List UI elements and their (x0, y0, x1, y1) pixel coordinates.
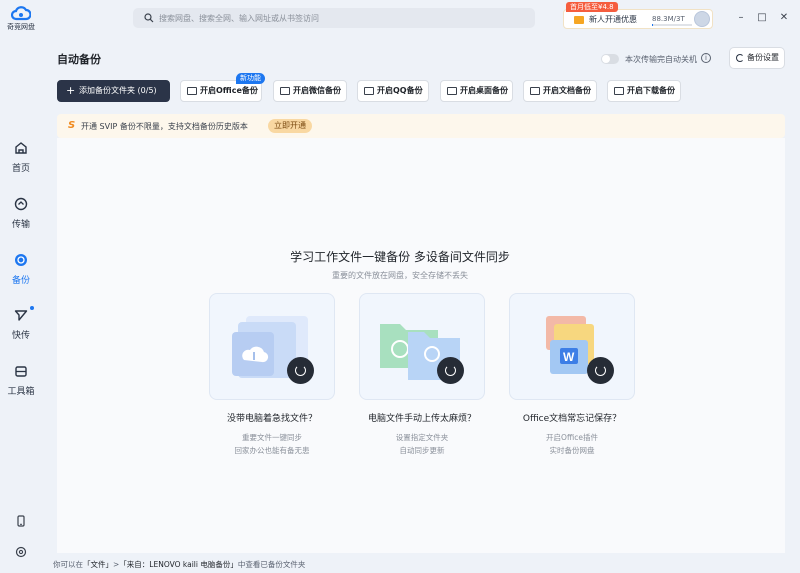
button-label: 开启下载备份 (627, 86, 675, 95)
promo-price-tag: 首月低至¥4.8 (566, 2, 618, 12)
card-line: 重要文件一键同步 (242, 433, 302, 442)
footer-prefix: 你可以在 (53, 560, 83, 569)
enable-wechat-backup-button[interactable]: 开启微信备份 (273, 80, 347, 102)
card-title: 电脑文件手动上传太麻烦？ (367, 414, 476, 424)
folder-icon (187, 87, 197, 95)
app-name: 奇竞网盘 (7, 23, 35, 31)
sidebar-item-label: 快传 (11, 331, 30, 341)
card-title: 没带电脑着急找文件？ (226, 414, 317, 424)
app-logo: 奇竞网盘 (7, 4, 35, 40)
minimize-button[interactable]: – (735, 12, 747, 24)
feature-card-office-backup: W (509, 293, 635, 400)
files-link[interactable]: 「文件」 (83, 560, 113, 569)
vip-promo-banner[interactable]: 新人开通优惠 88.3M/3T (563, 9, 713, 29)
empty-state-title: 学习工作文件一键备份 多设备间文件同步 (290, 250, 510, 264)
button-label: 开启QQ备份 (377, 86, 423, 95)
auto-shutdown-toggle[interactable] (601, 54, 619, 64)
card-title: Office文档常忘记保存？ (522, 414, 622, 424)
sync-icon (437, 357, 464, 384)
add-backup-folder-label: 添加备份文件夹 (0/5) (79, 86, 157, 95)
gift-icon (574, 16, 584, 24)
phone-icon[interactable] (15, 515, 27, 527)
auto-shutdown-label: 本次传输完自动关机 (625, 55, 697, 64)
send-icon (14, 310, 28, 321)
refresh-settings-icon (736, 54, 744, 62)
page-title: 自动备份 (57, 53, 101, 66)
card-line: 回家办公也能有备无患 (234, 446, 310, 455)
sidebar-item-transfer[interactable]: 传输 (0, 197, 42, 230)
sidebar-item-label: 工具箱 (7, 387, 35, 397)
sync-icon (287, 357, 314, 384)
button-label: 开启Office备份 (200, 86, 258, 95)
button-label: 开启微信备份 (293, 86, 341, 95)
open-svip-button[interactable]: 立即开通 (268, 119, 312, 133)
card-line: 自动同步更新 (399, 446, 445, 455)
search-icon (144, 13, 154, 23)
add-backup-folder-button[interactable]: + 添加备份文件夹 (0/5) (57, 80, 170, 102)
sidebar-item-label: 传输 (11, 220, 30, 230)
folder-icon (614, 87, 624, 95)
sidebar-item-toolbox[interactable]: 工具箱 (0, 364, 42, 397)
button-label: 开启文档备份 (543, 86, 591, 95)
left-sidebar: 奇竞网盘 首页 传输 备份 快传 工具箱 (0, 0, 42, 573)
folders-illustration (380, 324, 460, 380)
promo-label: 新人开通优惠 (589, 15, 637, 24)
footer-hint: 你可以在「文件」>「来自：LENOVO kaili 电脑备份」中查看已备份文件夹 (53, 559, 305, 570)
footer-suffix: 中查看已备份文件夹 (237, 560, 306, 569)
office-documents-illustration: W (546, 316, 594, 374)
svip-notice-text: 开通 SVIP 备份不限量，支持文档备份历史版本 (81, 122, 248, 131)
close-button[interactable]: ✕ (778, 12, 790, 24)
settings-gear-icon[interactable] (15, 546, 27, 558)
card-line: 实时备份网盘 (549, 446, 595, 455)
backup-settings-button[interactable]: 备份设置 (729, 47, 785, 69)
enable-qq-backup-button[interactable]: 开启QQ备份 (357, 80, 429, 102)
sidebar-item-label: 首页 (11, 164, 30, 174)
feature-card-remote-access (209, 293, 335, 400)
svip-notice-bar: S 开通 SVIP 备份不限量，支持文档备份历史版本 立即开通 (57, 114, 785, 138)
backup-settings-label: 备份设置 (747, 53, 779, 62)
button-label: 开启桌面备份 (460, 86, 508, 95)
folder-icon (364, 87, 374, 95)
address-search-bar[interactable] (133, 8, 535, 28)
notification-dot (30, 306, 34, 310)
maximize-button[interactable]: □ (756, 12, 768, 24)
transfer-icon (14, 197, 28, 211)
toolbox-icon (15, 366, 27, 377)
card-line: 开启Office插件 (546, 433, 598, 442)
computer-backup-link[interactable]: 「来自：LENOVO kaili 电脑备份」 (119, 560, 238, 569)
cloud-logo-icon (11, 6, 31, 21)
cloud-files-illustration (232, 316, 308, 378)
feature-card-auto-upload (359, 293, 485, 400)
enable-documents-backup-button[interactable]: 开启文档备份 (523, 80, 597, 102)
user-avatar[interactable] (694, 11, 710, 27)
enable-desktop-backup-button[interactable]: 开启桌面备份 (440, 80, 513, 102)
search-input[interactable] (159, 10, 519, 26)
folder-icon (530, 87, 540, 95)
storage-quota: 88.3M/3T (652, 15, 685, 23)
folder-icon (280, 87, 290, 95)
svg-text:W: W (563, 350, 575, 364)
empty-state-subtitle: 重要的文件放在网盘，安全存储不丢失 (332, 271, 468, 280)
folder-icon (447, 87, 457, 95)
svip-brand-icon: S (68, 120, 76, 131)
home-icon (15, 142, 27, 154)
sync-icon (587, 357, 614, 384)
sidebar-item-send[interactable]: 快传 (0, 306, 42, 341)
enable-downloads-backup-button[interactable]: 开启下载备份 (607, 80, 681, 102)
info-icon[interactable]: i (701, 53, 711, 63)
card-line: 设置指定文件夹 (395, 433, 449, 442)
sidebar-item-home[interactable]: 首页 (0, 141, 42, 174)
plus-icon: + (66, 84, 76, 97)
new-feature-badge: 新功能 (236, 73, 265, 84)
storage-quota-bar (652, 24, 692, 26)
